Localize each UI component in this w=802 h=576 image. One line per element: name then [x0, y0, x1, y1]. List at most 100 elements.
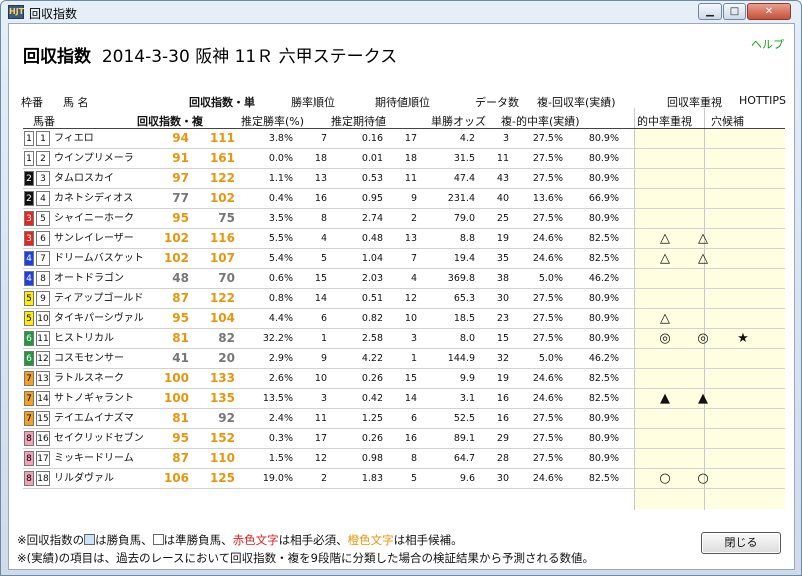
fuku-index-value: 122 [209, 171, 235, 185]
col-odds[interactable]: 単勝オッズ [431, 113, 486, 129]
close-button[interactable]: 閉じる [701, 532, 781, 554]
data-count-value: 16 [496, 413, 509, 424]
minimize-button[interactable]: ▁ [698, 3, 722, 20]
close-window-button[interactable]: ✕ [747, 3, 791, 20]
kitai-rank-value: 3 [410, 333, 417, 344]
table-row[interactable]: 1 2 ウインプリメーラ 91 161 0.0% 18 0.01 18 31.5 11 27.5% 80… [23, 149, 785, 169]
col-fuku-index[interactable]: 回収指数・複 [137, 113, 203, 129]
table-row[interactable]: 5 9 ティアップゴールド 87 122 0.8% 14 0.51 12 65.3 30 27.5% 8… [23, 289, 785, 309]
col-ana: 穴候補 [711, 115, 744, 128]
shoritsu-rank-value: 5 [320, 253, 327, 264]
maximize-button[interactable]: □ [723, 3, 746, 20]
kitai-value: 0.82 [361, 313, 383, 324]
col-tekichu[interactable]: 複-的中率(実績) [501, 113, 580, 129]
legend-red-text: 赤色文字 [232, 533, 279, 547]
legend-text: は勝負馬、 [95, 533, 153, 547]
table-row[interactable]: 3 5 シャイニーホーク 95 75 3.5% 8 2.74 2 79.0 25 27.5% 80.9% [23, 209, 785, 229]
fuku-index-value: 104 [209, 311, 235, 325]
horse-name: リルダヴァル [54, 473, 114, 484]
race-date: 2014-3-30 [101, 47, 190, 67]
horse-name: サンレイレーザー [54, 233, 134, 244]
suitei-value: 13.5% [262, 393, 293, 404]
mark-tekichu-juushi [693, 369, 713, 388]
tekichu-value: 27.5% [532, 433, 563, 444]
umaban-cell: 13 [36, 371, 50, 386]
tekichu-value: 27.5% [532, 133, 563, 144]
table-row[interactable]: 7 14 サトノギャラント 100 135 13.5% 3 0.42 14 3.1 16 24.6% 8… [23, 389, 785, 409]
odds-value: 52.5 [453, 413, 475, 424]
table-row[interactable]: 8 18 リルダヴァル 106 125 19.0% 2 1.83 5 9.6 30 24.6% 82.5… [23, 469, 785, 489]
tekichu-value: 27.5% [532, 413, 563, 424]
legend-text: は相手必須、 [278, 533, 348, 547]
col-kitai[interactable]: 推定期待値 [331, 113, 386, 129]
mark-ana [733, 409, 753, 428]
kaishu-value: 80.9% [588, 293, 619, 304]
col-shoritsu-rank[interactable]: 勝率順位 [291, 94, 335, 110]
kaishu-value: 66.9% [588, 193, 619, 204]
data-count-value: 3 [502, 133, 509, 144]
mark-ana [733, 269, 753, 288]
mark-kaishu-juushi [655, 209, 675, 228]
table-row[interactable]: 8 17 ミッキードリーム 87 110 1.5% 12 0.98 8 64.7 28 27.5% 80… [23, 449, 785, 469]
kaishu-value: 80.9% [588, 453, 619, 464]
table-row[interactable]: 3 6 サンレイレーザー 102 116 5.5% 4 0.48 13 8.8 19 24.6% 82.… [23, 229, 785, 249]
table-row[interactable]: 4 7 ドリームバスケット 102 107 5.4% 5 1.04 7 19.4 35 24.6% 82… [23, 249, 785, 269]
tan-index-value: 95 [172, 311, 189, 325]
data-count-value: 28 [496, 453, 509, 464]
mark-kaishu-juushi [655, 429, 675, 448]
tekichu-value: 27.5% [532, 313, 563, 324]
tan-index-value: 95 [172, 211, 189, 225]
waku-cell: 8 [24, 471, 34, 486]
col-kitai-rank[interactable]: 期待値順位 [375, 94, 430, 110]
table-row[interactable]: 8 16 セイクリッドセブン 95 152 0.3% 17 0.26 16 89.1 29 27.5%… [23, 429, 785, 449]
fuku-index-value: 111 [209, 131, 235, 145]
tekichu-value: 27.5% [532, 153, 563, 164]
odds-value: 19.4 [453, 253, 475, 264]
horse-name: ヒストリカル [54, 333, 114, 344]
race-header: 回収指数 2014-3-30 阪神 11Ｒ 六甲ステークス [23, 42, 397, 67]
odds-value: 231.4 [447, 193, 475, 204]
kitai-value: 0.26 [361, 433, 383, 444]
tan-index-value: 87 [172, 291, 189, 305]
table-row[interactable]: 2 4 カネトシディオス 77 102 0.4% 16 0.95 9 231.4 40 13.6% 66… [23, 189, 785, 209]
mark-kaishu-juushi: ○ [659, 471, 671, 486]
waku-cell: 5 [24, 311, 34, 326]
table-row[interactable]: 6 11 ヒストリカル 81 82 32.2% 1 2.58 3 8.0 15 27.5% 80.9% ◎… [23, 329, 785, 349]
kitai-value: 0.51 [361, 293, 383, 304]
umaban-cell: 3 [36, 171, 50, 186]
col-kaishu[interactable]: 複-回収率(実績) [537, 94, 616, 110]
kitai-value: 4.22 [361, 353, 383, 364]
kitai-rank-value: 11 [404, 173, 417, 184]
shoritsu-rank-value: 16 [314, 193, 327, 204]
table-row[interactable]: 7 15 テイエムイナズマ 81 92 2.4% 11 1.25 6 52.5 16 27.5% 80.… [23, 409, 785, 429]
table-row[interactable]: 4 8 オートドラゴン 48 70 0.6% 15 2.03 4 369.8 38 5.0% 46.2% [23, 269, 785, 289]
horse-name: テイエムイナズマ [54, 413, 134, 424]
fuku-index-value: 152 [209, 431, 235, 445]
mark-tekichu-juushi [693, 429, 713, 448]
col-tan-index[interactable]: 回収指数・単 [189, 94, 255, 110]
kitai-rank-value: 7 [410, 253, 417, 264]
tan-index-value: 100 [163, 391, 189, 405]
tekichu-value: 24.6% [532, 473, 563, 484]
umaban-cell: 17 [36, 451, 50, 466]
kitai-rank-value: 2 [410, 213, 417, 224]
table-row[interactable]: 6 12 コスモセンサー 41 20 2.9% 9 4.22 1 144.9 32 5.0% 46.2% [23, 349, 785, 369]
tekichu-value: 27.5% [532, 333, 563, 344]
table-row[interactable]: 2 3 タムロスカイ 97 122 1.1% 13 0.53 11 47.4 43 27.5% 80.9… [23, 169, 785, 189]
kaishu-value: 80.9% [588, 173, 619, 184]
horse-name: ウインプリメーラ [54, 153, 134, 164]
help-link[interactable]: ヘルプ [751, 36, 784, 52]
legend-text: ※回収指数の [17, 533, 85, 547]
suitei-value: 5.5% [268, 233, 293, 244]
table-row[interactable]: 7 13 ラトルスネーク 100 133 2.6% 10 0.26 15 9.9 19 24.6% 82… [23, 369, 785, 389]
col-suitei[interactable]: 推定勝率(%) [241, 113, 304, 129]
kitai-value: 1.04 [361, 253, 383, 264]
data-count-value: 30 [496, 293, 509, 304]
mark-kaishu-juushi [655, 149, 675, 168]
table-row[interactable]: 1 1 フィエロ 94 111 3.8% 7 0.16 17 4.2 3 27.5% 80.9% [23, 129, 785, 149]
waku-cell: 2 [24, 171, 34, 186]
table-row[interactable]: 5 10 タイキパーシヴァル 95 104 4.4% 6 0.82 10 18.5 23 27.5% 8… [23, 309, 785, 329]
kaishu-value: 80.9% [588, 133, 619, 144]
col-data-count[interactable]: データ数 [475, 94, 519, 110]
mark-tekichu-juushi [693, 309, 713, 328]
